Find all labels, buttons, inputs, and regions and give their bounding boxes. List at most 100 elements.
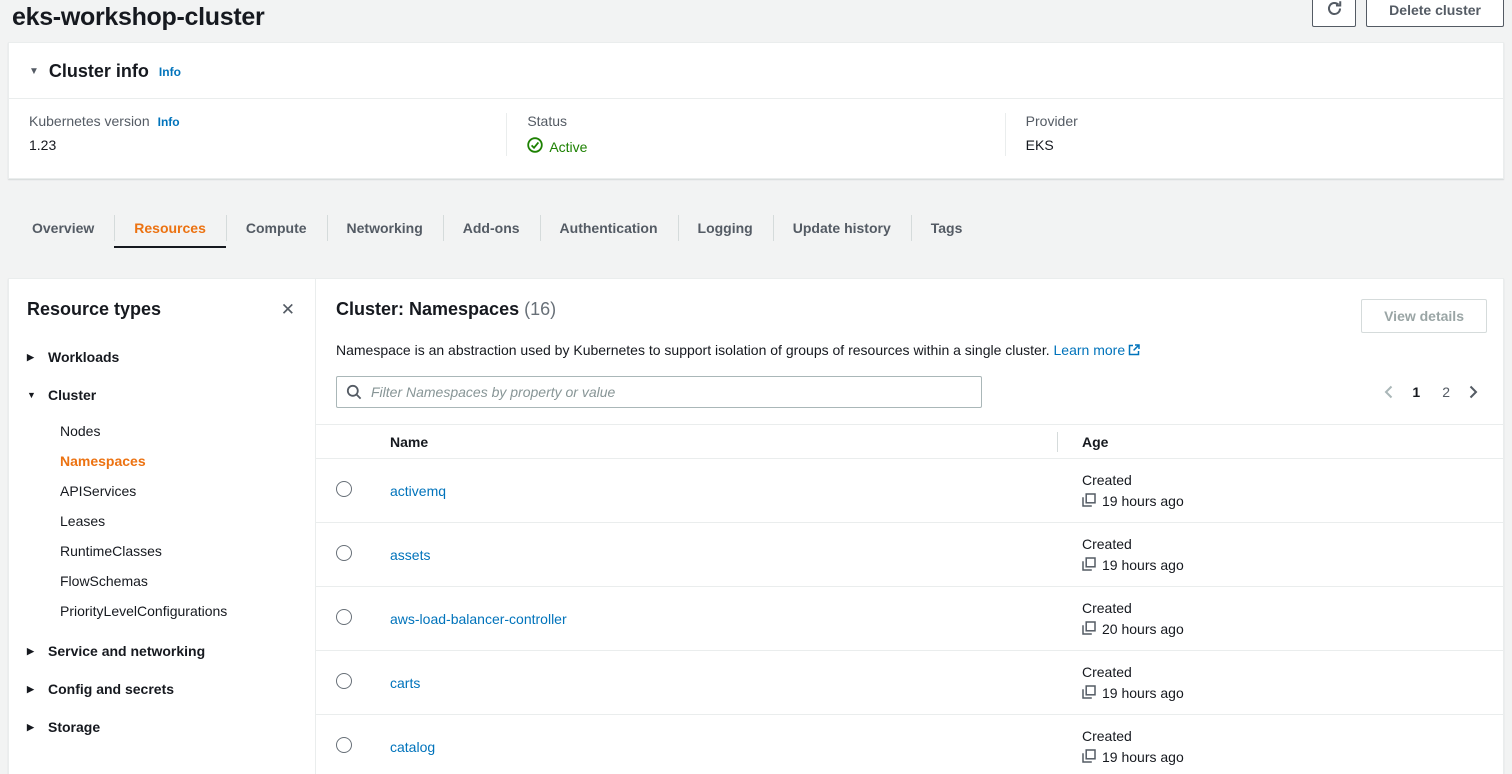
group-label: Workloads bbox=[48, 349, 119, 365]
cluster-info-card: ▼ Cluster info Info Kubernetes version I… bbox=[8, 42, 1504, 179]
cluster-tabs: Overview Resources Compute Networking Ad… bbox=[12, 207, 1504, 248]
group-label: Config and secrets bbox=[48, 681, 174, 697]
provider-field: Provider EKS bbox=[1005, 113, 1503, 156]
row-radio[interactable] bbox=[336, 481, 352, 497]
cluster-info-header: ▼ Cluster info Info bbox=[9, 43, 1503, 98]
copy-icon[interactable] bbox=[1082, 557, 1096, 574]
page-number-1[interactable]: 1 bbox=[1408, 384, 1424, 400]
created-label: Created bbox=[1082, 728, 1503, 744]
group-label: Storage bbox=[48, 719, 100, 735]
status-ok-icon bbox=[527, 137, 543, 156]
namespace-link[interactable]: aws-load-balancer-controller bbox=[390, 611, 567, 627]
tab-add-ons[interactable]: Add-ons bbox=[443, 207, 540, 248]
table-row-catalog: catalog Created 19 hours ago bbox=[316, 715, 1503, 774]
namespace-link[interactable]: activemq bbox=[390, 483, 446, 499]
chevron-down-icon: ▼ bbox=[27, 390, 37, 400]
table-row-aws-load-balancer-controller: aws-load-balancer-controller Created 20 … bbox=[316, 587, 1503, 651]
namespace-link[interactable]: carts bbox=[390, 675, 420, 691]
provider-label: Provider bbox=[1026, 113, 1078, 129]
column-header-age[interactable]: Age bbox=[1057, 434, 1503, 450]
refresh-icon bbox=[1326, 0, 1343, 20]
tab-overview[interactable]: Overview bbox=[12, 207, 114, 248]
column-header-name[interactable]: Name bbox=[390, 434, 1057, 450]
kubernetes-version-info-link[interactable]: Info bbox=[158, 115, 180, 129]
namespace-link[interactable]: catalog bbox=[390, 739, 435, 755]
filter-input[interactable] bbox=[336, 376, 982, 408]
tab-tags[interactable]: Tags bbox=[911, 207, 983, 248]
namespaces-panel: Cluster: Namespaces (16) View details Na… bbox=[316, 279, 1503, 774]
namespaces-title: Cluster: Namespaces bbox=[336, 299, 519, 319]
age-value: 19 hours ago bbox=[1102, 685, 1184, 701]
tab-compute[interactable]: Compute bbox=[226, 207, 327, 248]
table-header: Name Age bbox=[316, 425, 1503, 459]
row-radio[interactable] bbox=[336, 737, 352, 753]
resource-item-flowschemas[interactable]: FlowSchemas bbox=[27, 566, 297, 596]
age-value: 19 hours ago bbox=[1102, 557, 1184, 573]
chevron-right-icon: ▶ bbox=[27, 646, 37, 657]
kubernetes-version-label: Kubernetes version bbox=[29, 113, 150, 129]
chevron-right-icon: ▶ bbox=[27, 684, 37, 695]
resource-types-panel: Resource types ✕ ▶ Workloads ▼ Cluster N… bbox=[9, 279, 316, 774]
status-value: Active bbox=[549, 139, 587, 155]
copy-icon[interactable] bbox=[1082, 621, 1096, 638]
resource-item-leases[interactable]: Leases bbox=[27, 506, 297, 536]
tab-resources[interactable]: Resources bbox=[114, 207, 226, 248]
cluster-info-body: Kubernetes version Info 1.23 Status Acti… bbox=[9, 99, 1503, 178]
age-value: 20 hours ago bbox=[1102, 621, 1184, 637]
resource-item-namespaces[interactable]: Namespaces bbox=[27, 446, 297, 476]
group-header-config-and-secrets[interactable]: ▶ Config and secrets bbox=[27, 670, 297, 708]
tab-logging[interactable]: Logging bbox=[678, 207, 773, 248]
group-label: Cluster bbox=[48, 387, 96, 403]
resource-item-prioritylevelconfigurations[interactable]: PriorityLevelConfigurations bbox=[27, 596, 297, 626]
copy-icon[interactable] bbox=[1082, 493, 1096, 510]
group-header-workloads[interactable]: ▶ Workloads bbox=[27, 338, 297, 376]
next-page-button[interactable] bbox=[1468, 384, 1479, 400]
resource-item-nodes[interactable]: Nodes bbox=[27, 416, 297, 446]
resource-item-runtimeclasses[interactable]: RuntimeClasses bbox=[27, 536, 297, 566]
copy-icon[interactable] bbox=[1082, 749, 1096, 766]
created-label: Created bbox=[1082, 536, 1503, 552]
kubernetes-version-value: 1.23 bbox=[29, 137, 486, 153]
namespace-link[interactable]: assets bbox=[390, 547, 430, 563]
resource-item-apiservices[interactable]: APIServices bbox=[27, 476, 297, 506]
group-storage: ▶ Storage bbox=[27, 708, 297, 746]
created-label: Created bbox=[1082, 664, 1503, 680]
group-header-service-and-networking[interactable]: ▶ Service and networking bbox=[27, 632, 297, 670]
cluster-info-info-link[interactable]: Info bbox=[159, 65, 181, 79]
refresh-button[interactable] bbox=[1312, 0, 1356, 27]
age-value: 19 hours ago bbox=[1102, 493, 1184, 509]
copy-icon[interactable] bbox=[1082, 685, 1096, 702]
resource-types-title: Resource types bbox=[27, 299, 161, 320]
group-header-cluster[interactable]: ▼ Cluster bbox=[27, 376, 297, 414]
kubernetes-version-field: Kubernetes version Info 1.23 bbox=[9, 113, 506, 156]
page-number-2[interactable]: 2 bbox=[1438, 384, 1454, 400]
age-value: 19 hours ago bbox=[1102, 749, 1184, 765]
collapse-caret-down-icon[interactable]: ▼ bbox=[29, 66, 39, 77]
external-link-icon bbox=[1128, 343, 1140, 359]
row-radio[interactable] bbox=[336, 673, 352, 689]
row-radio[interactable] bbox=[336, 609, 352, 625]
header-actions: Delete cluster bbox=[1312, 0, 1504, 27]
status-field: Status Active bbox=[506, 113, 1004, 156]
tab-update-history[interactable]: Update history bbox=[773, 207, 911, 248]
provider-value: EKS bbox=[1026, 137, 1483, 153]
table-row-assets: assets Created 19 hours ago bbox=[316, 523, 1503, 587]
tab-authentication[interactable]: Authentication bbox=[540, 207, 678, 248]
group-cluster: ▼ Cluster Nodes Namespaces APIServices L… bbox=[27, 376, 297, 632]
learn-more-link[interactable]: Learn more bbox=[1054, 342, 1126, 358]
previous-page-button[interactable] bbox=[1383, 384, 1394, 400]
close-icon[interactable]: ✕ bbox=[279, 299, 297, 320]
resources-card: Resource types ✕ ▶ Workloads ▼ Cluster N… bbox=[8, 278, 1504, 774]
delete-cluster-button[interactable]: Delete cluster bbox=[1366, 0, 1504, 27]
chevron-right-icon: ▶ bbox=[27, 352, 37, 363]
page-title: eks-workshop-cluster bbox=[12, 2, 264, 32]
row-radio[interactable] bbox=[336, 545, 352, 561]
namespaces-count: (16) bbox=[524, 299, 556, 319]
pagination: 1 2 bbox=[1383, 384, 1487, 400]
view-details-button[interactable]: View details bbox=[1361, 299, 1487, 333]
group-service-and-networking: ▶ Service and networking bbox=[27, 632, 297, 670]
eks-console-page: eks-workshop-cluster Delete cluster ▼ Cl… bbox=[0, 0, 1512, 774]
group-header-storage[interactable]: ▶ Storage bbox=[27, 708, 297, 746]
tab-networking[interactable]: Networking bbox=[327, 207, 443, 248]
group-label: Service and networking bbox=[48, 643, 205, 659]
